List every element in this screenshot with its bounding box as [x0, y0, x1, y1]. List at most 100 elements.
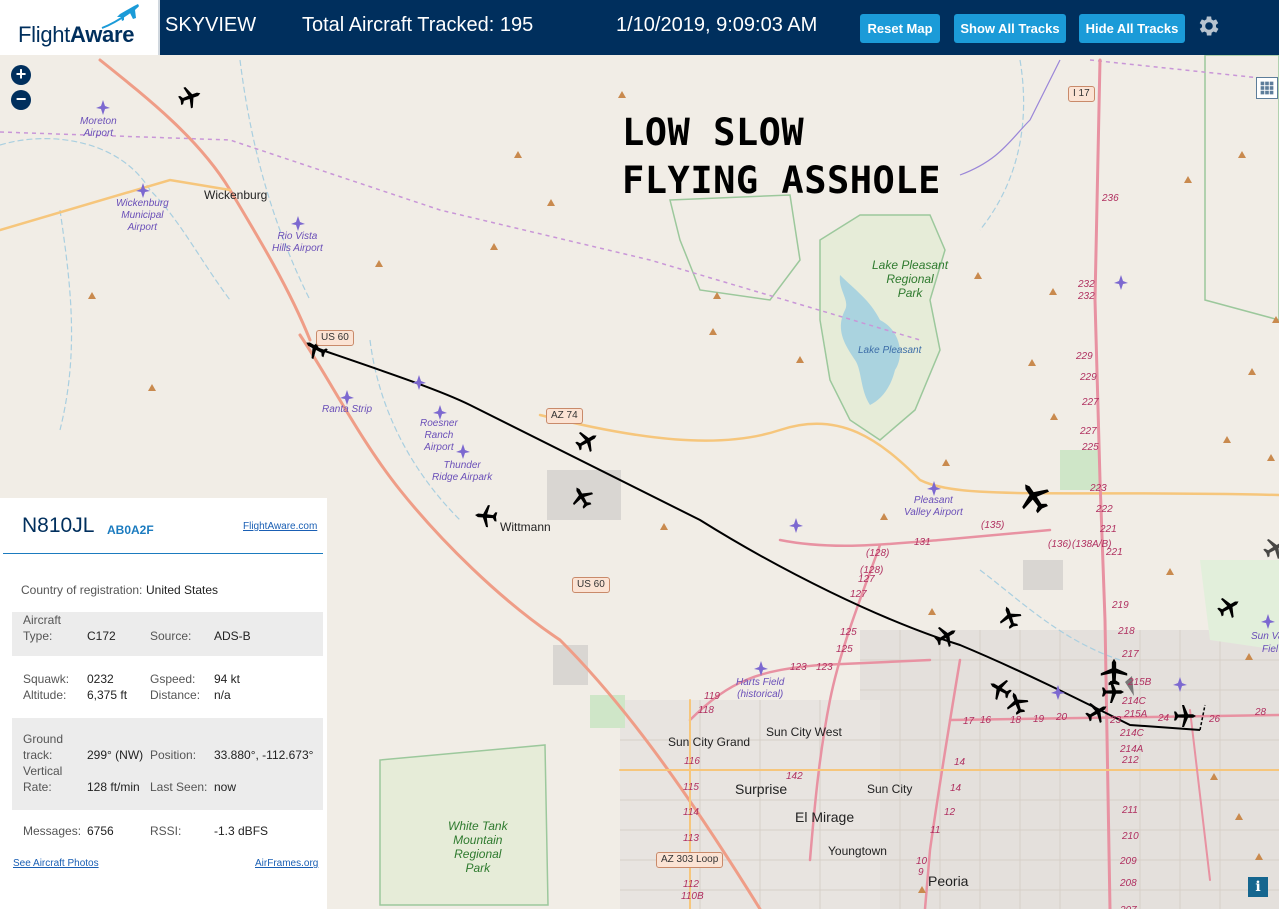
hwy-label: 16	[980, 715, 992, 726]
town-wickenburg: Wickenburg	[204, 188, 268, 202]
aircraft-type-row: Aircraft Type: C172 Source: ADS-B	[12, 612, 323, 656]
hwy-label: 127	[858, 574, 875, 585]
town-wittmann: Wittmann	[500, 520, 551, 534]
airport-moreton[interactable]: Moreton Airport	[80, 116, 117, 140]
map-annotation: LOW SLOW FLYING ASSHOLE	[622, 109, 941, 205]
airport-pleasant-valley[interactable]: Pleasant Valley Airport	[904, 495, 963, 519]
country-label: Country of registration:	[21, 583, 143, 597]
hwy-label: 223	[1090, 483, 1107, 494]
rssi-label: RSSI:	[150, 824, 182, 838]
hwy-label: 118	[698, 705, 714, 716]
hwy-label: 227	[1080, 426, 1097, 437]
hwy-label: (128)	[866, 548, 890, 559]
layers-grid-icon[interactable]	[1256, 77, 1278, 99]
rssi-value: -1.3 dBFS	[214, 824, 269, 838]
hwy-label: (136)	[1048, 539, 1072, 550]
water-lake-pleasant: Lake Pleasant	[858, 345, 922, 356]
flightaware-link[interactable]: FlightAware.com	[243, 521, 317, 532]
hwy-label: 214C	[1122, 696, 1146, 707]
hwy-label: 215A	[1124, 709, 1148, 720]
hwy-label: 18	[1010, 715, 1022, 726]
airport-ranta-strip[interactable]: Ranta Strip	[322, 404, 372, 416]
hwy-label: 236	[1102, 193, 1119, 204]
annotation-line-1: LOW SLOW	[622, 111, 805, 154]
hwy-label: 218	[1118, 626, 1135, 637]
hwy-label: (135)	[981, 520, 1005, 531]
last-seen-value: now	[214, 780, 237, 794]
track-label: Ground track:	[23, 732, 64, 762]
airport-thunder-ridge[interactable]: Thunder Ridge Airpark	[432, 460, 492, 484]
airport-rio-vista[interactable]: Rio Vista Hills Airport	[272, 231, 323, 255]
hwy-label: 112	[683, 879, 699, 890]
gear-icon[interactable]	[1196, 13, 1222, 39]
shield-us60-south: US 60	[572, 577, 610, 593]
hwy-label: 214A	[1120, 744, 1144, 755]
distance-label: Distance:	[150, 688, 201, 702]
hwy-label: 24	[1158, 713, 1170, 724]
altitude-label: Altitude:	[23, 688, 67, 702]
logo-wordmark: FlightAware	[18, 22, 135, 47]
hwy-label: 232	[1078, 291, 1095, 302]
airport-harts-field[interactable]: Harts Field (historical)	[736, 677, 784, 701]
town-sun-city-west: Sun City West	[766, 725, 842, 739]
current-datetime: 1/10/2019, 9:09:03 AM	[616, 14, 818, 36]
hwy-label: 115	[683, 782, 699, 793]
hwy-label: 123	[816, 662, 833, 673]
distance-value: n/a	[214, 688, 231, 702]
shield-i17: I 17	[1068, 86, 1095, 102]
hwy-label: 110B	[681, 891, 704, 902]
hwy-label: 11	[930, 825, 941, 836]
country-row: Country of registration: United States	[12, 582, 323, 600]
squawk-label: Squawk:	[23, 672, 70, 686]
hwy-label: 12	[944, 807, 956, 818]
annotation-line-2: FLYING ASSHOLE	[622, 159, 941, 202]
town-surprise: Surprise	[735, 781, 788, 797]
hwy-label: 14	[954, 757, 966, 768]
hwy-label: 207	[1120, 905, 1137, 909]
info-icon[interactable]: i	[1248, 877, 1268, 897]
hwy-label: 229	[1080, 372, 1097, 383]
squawk-row: Squawk: 0232 Gspeed: 94 kt Altitude: 6,3…	[12, 671, 323, 705]
track-value: 299° (NW)	[87, 748, 144, 762]
edge-label-sun-valley-field: Fiel	[1262, 644, 1279, 655]
hwy-label: 222	[1096, 504, 1113, 515]
hwy-label: (138A/B)	[1072, 539, 1112, 550]
hwy-label: 142	[786, 771, 803, 782]
show-all-tracks-button[interactable]: Show All Tracks	[954, 14, 1066, 43]
hwy-label: 17	[963, 716, 975, 727]
skyview-app: FlightAware SKYVIEW Total Aircraft Track…	[0, 0, 1279, 909]
airframes-link[interactable]: AirFrames.org	[255, 858, 318, 869]
hwy-label: 19	[1033, 714, 1045, 725]
hwy-label: 20	[1056, 712, 1068, 723]
town-peoria: Peoria	[928, 873, 969, 889]
town-sun-city-grand: Sun City Grand	[668, 735, 751, 749]
hwy-label: 131	[914, 537, 931, 548]
last-seen-label: Last Seen:	[150, 780, 208, 794]
vertical-rate-label: Vertical Rate:	[23, 764, 63, 794]
hide-all-tracks-button[interactable]: Hide All Tracks	[1079, 14, 1185, 43]
town-youngtown: Youngtown	[828, 844, 887, 858]
flightaware-logo[interactable]: FlightAware	[0, 0, 160, 55]
hwy-label: 208	[1120, 878, 1137, 889]
hwy-label: 229	[1076, 351, 1093, 362]
hwy-label: 225	[1082, 442, 1099, 453]
header-bar: FlightAware SKYVIEW Total Aircraft Track…	[0, 0, 1279, 55]
hwy-label: 217	[1122, 649, 1139, 660]
hwy-label: 211	[1122, 805, 1138, 816]
hwy-label: 28	[1255, 707, 1267, 718]
hwy-label: 113	[683, 833, 699, 844]
hwy-label: 210	[1122, 831, 1139, 842]
source-label: Source:	[150, 629, 192, 643]
hwy-label: 123	[790, 662, 807, 673]
aircraft-ident: N810JL	[22, 514, 95, 537]
reset-map-button[interactable]: Reset Map	[860, 14, 940, 43]
zoom-in-button[interactable]: +	[11, 65, 31, 85]
aircraft-photos-link[interactable]: See Aircraft Photos	[13, 858, 99, 869]
messages-value: 6756	[87, 824, 114, 838]
town-sun-city: Sun City	[867, 782, 913, 796]
hwy-label: 219	[1112, 600, 1129, 611]
zoom-out-button[interactable]: −	[11, 90, 31, 110]
airport-wickenburg-municipal[interactable]: Wickenburg Municipal Airport	[116, 198, 169, 234]
airport-roesner-ranch[interactable]: Roesner Ranch Airport	[420, 418, 458, 454]
position-label: Position:	[150, 748, 197, 762]
